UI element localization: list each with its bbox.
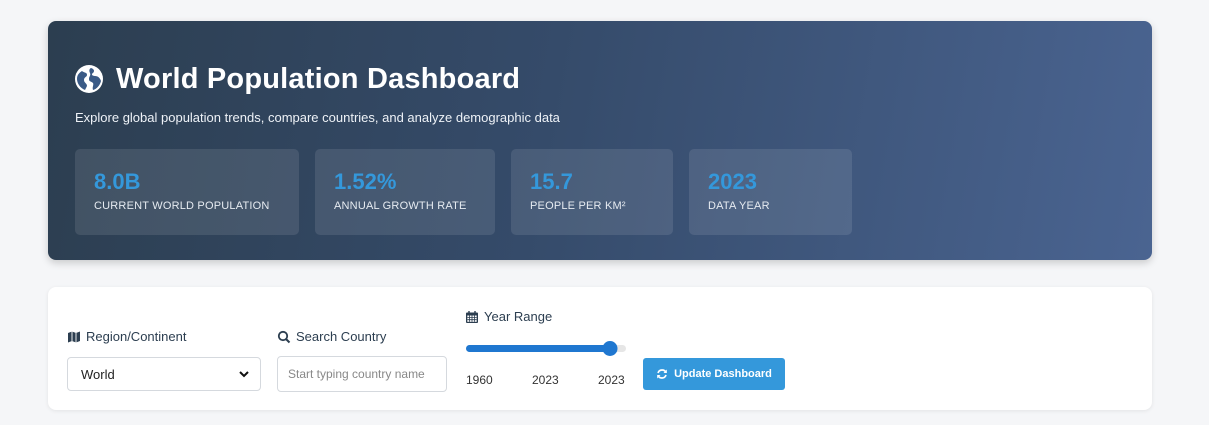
stat-value: 2023	[708, 169, 757, 194]
page-title: World Population Dashboard	[116, 62, 521, 95]
update-dashboard-label: Update Dashboard	[674, 368, 772, 380]
region-label: Region/Continent	[67, 329, 186, 344]
stat-label: PEOPLE PER KM²	[530, 200, 626, 212]
stat-card-growth-rate: 1.52% ANNUAL GROWTH RATE	[315, 149, 495, 235]
dashboard-header: World Population Dashboard Explore globa…	[48, 21, 1152, 260]
stat-label: CURRENT WORLD POPULATION	[94, 200, 270, 212]
stat-card-data-year: 2023 DATA YEAR	[689, 149, 852, 235]
globe-icon	[75, 65, 103, 93]
region-select-value: World	[81, 366, 115, 382]
stat-card-density: 15.7 PEOPLE PER KM²	[511, 149, 673, 235]
search-label-text: Search Country	[296, 329, 387, 344]
region-select[interactable]: World	[67, 357, 261, 391]
search-label: Search Country	[277, 329, 386, 344]
year-range-thumb[interactable]	[602, 341, 618, 356]
year-range-current: 2023	[532, 373, 559, 387]
country-search-input[interactable]	[277, 356, 447, 392]
map-icon	[68, 331, 80, 342]
year-range-label: Year Range	[465, 309, 552, 324]
search-icon	[277, 330, 291, 343]
stat-value: 15.7	[530, 169, 573, 194]
controls-panel: Region/Continent World Search Country Ye…	[48, 287, 1152, 410]
year-range-slider[interactable]	[466, 341, 626, 356]
title-row: World Population Dashboard	[74, 59, 520, 99]
stat-label: ANNUAL GROWTH RATE	[334, 200, 467, 212]
stat-value: 8.0B	[94, 169, 141, 194]
refresh-icon	[657, 369, 667, 379]
year-range-max: 2023	[598, 373, 625, 387]
page-subtitle: Explore global population trends, compar…	[75, 110, 560, 125]
stat-label: DATA YEAR	[708, 200, 770, 212]
stat-card-population: 8.0B CURRENT WORLD POPULATION	[75, 149, 299, 235]
update-dashboard-button[interactable]: Update Dashboard	[643, 358, 785, 390]
chevron-down-icon	[239, 371, 249, 378]
stat-value: 1.52%	[334, 169, 397, 194]
year-range-label-text: Year Range	[484, 309, 553, 324]
year-range-min: 1960	[466, 373, 493, 387]
region-label-text: Region/Continent	[86, 329, 187, 344]
year-range-fill	[466, 345, 610, 352]
calendar-icon	[466, 310, 478, 323]
